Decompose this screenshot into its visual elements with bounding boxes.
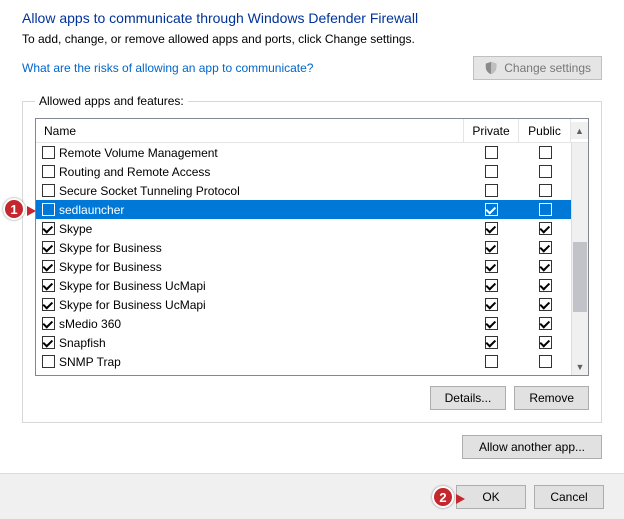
private-checkbox[interactable]	[485, 184, 498, 197]
private-checkbox[interactable]	[485, 279, 498, 292]
private-checkbox[interactable]	[485, 165, 498, 178]
cancel-button[interactable]: Cancel	[534, 485, 604, 509]
annotation-badge-1: 1	[3, 198, 25, 220]
public-checkbox[interactable]	[539, 146, 552, 159]
private-checkbox[interactable]	[485, 317, 498, 330]
allowed-apps-legend: Allowed apps and features:	[35, 94, 188, 108]
public-checkbox[interactable]	[539, 184, 552, 197]
scroll-down-button[interactable]: ▼	[572, 358, 588, 375]
public-checkbox[interactable]	[539, 241, 552, 254]
details-button[interactable]: Details...	[430, 386, 507, 410]
allowed-apps-fieldset: Allowed apps and features: Name Private …	[22, 94, 602, 423]
public-checkbox[interactable]	[539, 222, 552, 235]
public-checkbox[interactable]	[539, 203, 552, 216]
app-enabled-checkbox[interactable]	[42, 317, 55, 330]
table-header: Name Private Public ▲	[36, 119, 588, 143]
table-row[interactable]: sedlauncher	[36, 200, 571, 219]
ok-button[interactable]: OK	[456, 485, 526, 509]
arrow-icon	[456, 494, 465, 504]
private-checkbox[interactable]	[485, 355, 498, 368]
scroll-up-button[interactable]: ▲	[571, 122, 588, 139]
table-row[interactable]: Routing and Remote Access	[36, 162, 571, 181]
private-checkbox[interactable]	[485, 336, 498, 349]
app-name-label: SNMP Trap	[59, 355, 121, 369]
app-enabled-checkbox[interactable]	[42, 203, 55, 216]
app-name-label: Snapfish	[59, 336, 106, 350]
app-name-label: Skype for Business UcMapi	[59, 298, 206, 312]
public-checkbox[interactable]	[539, 260, 552, 273]
app-enabled-checkbox[interactable]	[42, 260, 55, 273]
page-title: Allow apps to communicate through Window…	[22, 10, 602, 26]
private-checkbox[interactable]	[485, 222, 498, 235]
table-row[interactable]: Snapfish	[36, 333, 571, 352]
private-checkbox[interactable]	[485, 260, 498, 273]
table-row[interactable]: Skype for Business UcMapi	[36, 276, 571, 295]
app-name-label: Skype for Business	[59, 260, 162, 274]
table-row[interactable]: Remote Volume Management	[36, 143, 571, 162]
table-row[interactable]: SNMP Trap	[36, 352, 571, 371]
public-checkbox[interactable]	[539, 165, 552, 178]
shield-icon	[484, 61, 498, 75]
public-checkbox[interactable]	[539, 298, 552, 311]
private-checkbox[interactable]	[485, 298, 498, 311]
risks-link[interactable]: What are the risks of allowing an app to…	[22, 61, 313, 75]
app-name-label: Skype	[59, 222, 92, 236]
apps-rows[interactable]: Remote Volume Management Routing and Remo…	[36, 143, 571, 375]
table-row[interactable]: Skype for Business	[36, 257, 571, 276]
header-private[interactable]: Private	[464, 119, 519, 142]
private-checkbox[interactable]	[485, 146, 498, 159]
app-name-label: sedlauncher	[59, 203, 124, 217]
arrow-icon	[27, 206, 36, 216]
header-public[interactable]: Public	[519, 119, 571, 142]
private-checkbox[interactable]	[485, 241, 498, 254]
public-checkbox[interactable]	[539, 355, 552, 368]
remove-button[interactable]: Remove	[514, 386, 589, 410]
app-enabled-checkbox[interactable]	[42, 279, 55, 292]
table-row[interactable]: sMedio 360	[36, 314, 571, 333]
app-enabled-checkbox[interactable]	[42, 355, 55, 368]
header-scroll-spacer: ▲	[571, 122, 588, 139]
annotation-badge-2-label: 2	[439, 490, 446, 505]
app-name-label: Remote Volume Management	[59, 146, 218, 160]
app-enabled-checkbox[interactable]	[42, 165, 55, 178]
app-enabled-checkbox[interactable]	[42, 336, 55, 349]
table-row[interactable]: Skype for Business UcMapi	[36, 295, 571, 314]
allow-another-app-button[interactable]: Allow another app...	[462, 435, 602, 459]
vertical-scrollbar[interactable]: ▼	[571, 143, 588, 375]
app-name-label: Routing and Remote Access	[59, 165, 210, 179]
public-checkbox[interactable]	[539, 317, 552, 330]
app-name-label: Skype for Business UcMapi	[59, 279, 206, 293]
table-row[interactable]: Skype	[36, 219, 571, 238]
dialog-footer: OK Cancel	[0, 473, 624, 519]
page-subtitle: To add, change, or remove allowed apps a…	[22, 32, 602, 46]
app-enabled-checkbox[interactable]	[42, 241, 55, 254]
table-row[interactable]: Skype for Business	[36, 238, 571, 257]
change-settings-button[interactable]: Change settings	[473, 56, 602, 80]
app-enabled-checkbox[interactable]	[42, 298, 55, 311]
annotation-badge-2: 2	[432, 486, 454, 508]
public-checkbox[interactable]	[539, 279, 552, 292]
app-enabled-checkbox[interactable]	[42, 146, 55, 159]
scrollbar-track[interactable]	[572, 143, 588, 358]
app-enabled-checkbox[interactable]	[42, 184, 55, 197]
table-row[interactable]: Secure Socket Tunneling Protocol	[36, 181, 571, 200]
private-checkbox[interactable]	[485, 203, 498, 216]
public-checkbox[interactable]	[539, 336, 552, 349]
change-settings-label: Change settings	[504, 61, 591, 75]
scrollbar-thumb[interactable]	[573, 242, 587, 312]
apps-table: Name Private Public ▲ Remote Volume Mana…	[35, 118, 589, 376]
app-name-label: Secure Socket Tunneling Protocol	[59, 184, 240, 198]
app-name-label: Skype for Business	[59, 241, 162, 255]
app-name-label: sMedio 360	[59, 317, 121, 331]
header-name[interactable]: Name	[36, 119, 464, 142]
app-enabled-checkbox[interactable]	[42, 222, 55, 235]
annotation-badge-1-label: 1	[10, 202, 17, 217]
